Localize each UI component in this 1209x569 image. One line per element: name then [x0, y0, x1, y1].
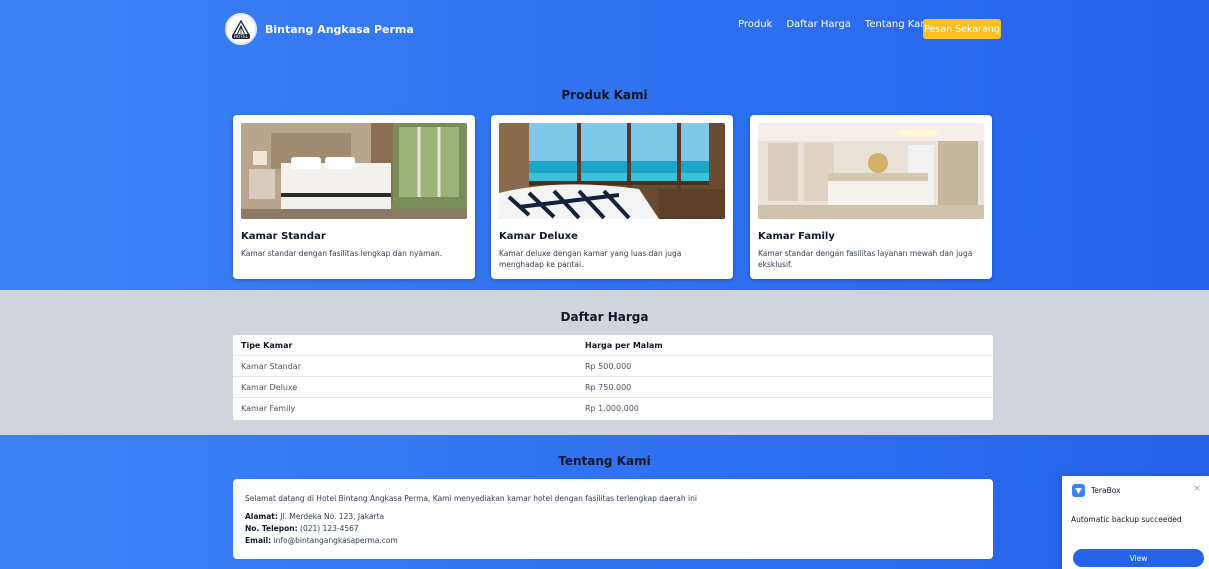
phone-label: No. Telepon:	[245, 524, 298, 533]
about-intro: Selamat datang di Hotel Bintang Angkasa …	[245, 494, 697, 503]
price-table: Tipe Kamar Harga per Malam Kamar Standar…	[233, 335, 993, 420]
card-title: Kamar Standar	[241, 231, 326, 242]
cell-tipe: Kamar Family	[241, 404, 296, 413]
address-line: Alamat: Jl. Merdeka No. 123, Jakarta	[245, 512, 384, 521]
table-row: Kamar Family Rp 1.000.000	[233, 398, 993, 419]
phone-value: (021) 123-4567	[300, 524, 359, 533]
card-title: Kamar Family	[758, 231, 835, 242]
column-header-harga: Harga per Malam	[585, 341, 663, 350]
main-nav: Produk Daftar Harga Tentang Kami	[738, 19, 947, 30]
cell-tipe: Kamar Deluxe	[241, 383, 298, 392]
table-header-row: Tipe Kamar Harga per Malam	[233, 335, 993, 356]
cell-harga: Rp 750.000	[585, 383, 632, 392]
card-description: Kamar standar dengan fasilitas lengkap d…	[241, 249, 443, 258]
kamar-standar-image	[241, 123, 467, 219]
card-kamar-family[interactable]: Kamar Family Kamar standar dengan fasili…	[750, 115, 992, 279]
email-line: Email: info@bintangangkasaperma.com	[245, 536, 398, 545]
column-header-tipe: Tipe Kamar	[241, 341, 293, 350]
terabox-icon	[1072, 484, 1085, 497]
card-description: Kamar deluxe dengan kamar yang luas dan …	[499, 249, 682, 269]
table-row: Kamar Standar Rp 500.000	[233, 356, 993, 377]
terabox-notification: TeraBox × Automatic backup succeeded Vie…	[1062, 476, 1209, 569]
kamar-deluxe-image	[499, 123, 725, 219]
kamar-family-image	[758, 123, 984, 219]
phone-line: No. Telepon: (021) 123-4567	[245, 524, 359, 533]
nav-produk[interactable]: Produk	[738, 19, 772, 30]
card-kamar-deluxe[interactable]: Kamar Deluxe Kamar deluxe dengan kamar y…	[491, 115, 733, 279]
tentang-kami-section: Tentang Kami Selamat datang di Hotel Bin…	[0, 435, 1209, 569]
produk-title: Produk Kami	[561, 88, 648, 102]
daftar-harga-section: Daftar Harga Tipe Kamar Harga per Malam …	[0, 290, 1209, 435]
nav-daftar-harga[interactable]: Daftar Harga	[786, 19, 851, 30]
produk-section: Produk Kami Kamar Standar Kamar standar …	[0, 54, 1209, 290]
toast-header: TeraBox	[1072, 484, 1121, 497]
pesan-sekarang-button[interactable]: Pesan Sekarang	[923, 19, 1001, 39]
email-label: Email:	[245, 536, 272, 545]
close-icon[interactable]: ×	[1193, 484, 1201, 494]
view-button[interactable]: View	[1073, 549, 1204, 567]
card-description: Kamar standar dengan fasilitas layanan m…	[758, 249, 973, 269]
table-row: Kamar Deluxe Rp 750.000	[233, 377, 993, 398]
about-box: Selamat datang di Hotel Bintang Angkasa …	[233, 479, 993, 559]
card-title: Kamar Deluxe	[499, 231, 578, 242]
toast-message: Automatic backup succeeded	[1071, 515, 1182, 524]
brand-name: Bintang Angkasa Perma	[265, 22, 414, 36]
navbar: HOTEL Bintang Angkasa Perma Produk Dafta…	[0, 0, 1209, 54]
address-value: Jl. Merdeka No. 123, Jakarta	[280, 512, 385, 521]
card-kamar-standar[interactable]: Kamar Standar Kamar standar dengan fasil…	[233, 115, 475, 279]
cell-harga: Rp 1.000.000	[585, 404, 639, 413]
brand[interactable]: HOTEL Bintang Angkasa Perma	[225, 13, 414, 45]
cell-harga: Rp 500.000	[585, 362, 632, 371]
harga-title: Daftar Harga	[560, 310, 649, 324]
email-value: info@bintangangkasaperma.com	[273, 536, 398, 545]
toast-app-name: TeraBox	[1091, 486, 1121, 495]
cell-tipe: Kamar Standar	[241, 362, 301, 371]
tentang-title: Tentang Kami	[558, 454, 651, 468]
address-label: Alamat:	[245, 512, 278, 521]
logo-label: HOTEL	[231, 33, 251, 39]
hotel-logo: HOTEL	[225, 13, 257, 45]
